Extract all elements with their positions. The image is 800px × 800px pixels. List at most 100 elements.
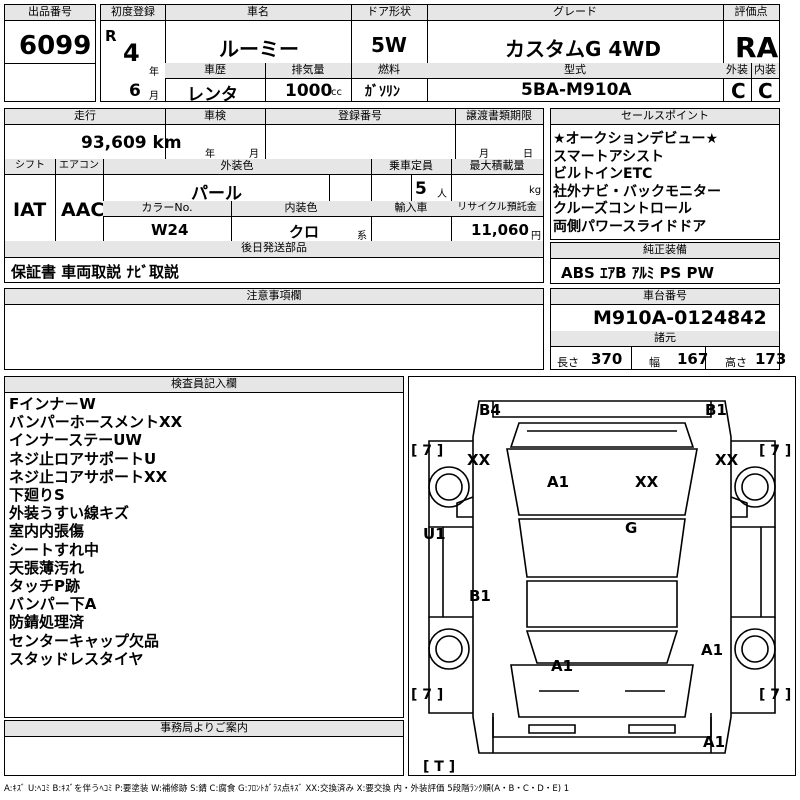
length-value: 370: [591, 350, 623, 368]
details-box: 走行 車検 登録番号 譲渡書類期限 93,609 km 年 月 月 日 シフト …: [4, 108, 544, 258]
list-item: ビルトインETC: [553, 166, 653, 183]
transfer-month-unit: 月: [479, 149, 489, 160]
inspection-label: 車検: [165, 109, 265, 125]
list-item: ネジ止ロアサポートU: [9, 449, 157, 468]
capacity-unit: 人: [437, 189, 447, 200]
mark-a1-rear-right: A1: [701, 641, 723, 659]
office-box: 事務局よりご案内: [4, 720, 404, 776]
ext-label: 外装: [723, 63, 751, 79]
door-label: ドア形状: [351, 5, 427, 21]
car-history: レンタ: [187, 85, 238, 105]
fuel-label: 燃料: [351, 63, 427, 79]
later-parts-box: 保証書 車両取説 ﾅﾋﾞ取説: [4, 257, 544, 283]
sales-point-list: ★オークションデビュー★ スマートアシスト ビルトインETC 社外ナビ・バックモ…: [553, 131, 721, 237]
mark-xx-hood: XX: [635, 473, 659, 491]
vehicle-header-box: 初度登録 車名 ドア形状 グレード 評価点 R 4 年 ルーミー 5W カスタム…: [100, 4, 780, 105]
sales-point-box: セールスポイント ★オークションデビュー★ スマートアシスト ビルトインETC …: [550, 108, 780, 240]
recycle-fee: 11,060: [471, 221, 529, 239]
mark-u1: U1: [423, 525, 446, 543]
equipment-text: ABS ｴｱB ｱﾙﾐ PS PW: [561, 264, 715, 282]
width-value: 167: [677, 350, 709, 368]
car-diagram: B4 B1 XX XX A1 XX U1 G B1 A1 A1 A1 [ 7 ]…: [411, 400, 791, 775]
office-label: 事務局よりご案内: [5, 721, 403, 737]
list-item: 室内内張傷: [9, 522, 85, 541]
score-label: 評価点: [723, 5, 779, 21]
mark-a1-tail: A1: [551, 657, 573, 675]
int-grade: C: [758, 79, 773, 103]
equipment-label: 純正装備: [551, 243, 779, 259]
fuel: ｶﾞｿﾘﾝ: [365, 84, 400, 100]
interior-color-label: 内装色: [231, 201, 371, 217]
list-item: インナーステーUW: [9, 431, 142, 450]
height-value: 173: [755, 350, 787, 368]
first-reg-label: 初度登録: [101, 5, 165, 21]
load-label: 最大積載量: [451, 159, 543, 175]
list-item: 防錆処理済: [9, 613, 85, 632]
recycle-label: リサイクル預託金: [451, 201, 543, 217]
chassis-label: 車台番号: [551, 289, 779, 305]
grade: カスタムG 4WD: [505, 37, 661, 61]
interior-color-unit: 系: [357, 231, 367, 242]
list-item: センターキャップ欠品: [9, 631, 160, 650]
list-item: 社外ナビ・バックモニター: [553, 183, 721, 200]
tire-spare: [ T ]: [423, 759, 455, 775]
mileage-label: 走行: [5, 109, 165, 125]
color-label: 外装色: [103, 159, 371, 175]
lot-box: 出品番号 6099: [4, 4, 96, 102]
mark-xx-left: XX: [467, 451, 491, 469]
air-conditioner: AAC: [61, 199, 105, 221]
door-type: 5W: [371, 33, 407, 57]
tire-front-right: [ 7 ]: [759, 443, 791, 459]
mark-xx-right: XX: [715, 451, 739, 469]
transfer-label: 譲渡書類期限: [455, 109, 543, 125]
color-number: W24: [151, 221, 189, 239]
load-unit: kg: [529, 185, 542, 196]
capacity: 5: [415, 179, 427, 199]
model-code: 5BA-M910A: [521, 80, 632, 100]
notes-label: 注意事項欄: [5, 289, 543, 305]
ac-label: エアコン: [55, 159, 103, 175]
reg-number-label: 登録番号: [265, 109, 455, 125]
list-item: タッチP跡: [9, 577, 80, 596]
int-label: 内装: [751, 63, 779, 79]
later-parts-text: 保証書 車両取説 ﾅﾋﾞ取説: [11, 263, 179, 281]
car-name: ルーミー: [219, 37, 299, 61]
lot-number: 6099: [19, 31, 92, 61]
score: RA: [735, 31, 779, 64]
import-label: 輸入車: [371, 201, 451, 217]
inspection-month-unit: 月: [249, 149, 259, 160]
list-item: シートすれ中: [9, 540, 100, 559]
mark-b4: B4: [479, 401, 501, 419]
dims-label: 諸元: [551, 331, 779, 347]
inspection-year-unit: 年: [205, 149, 215, 160]
year-unit: 年: [149, 67, 159, 78]
transfer-day-unit: 日: [523, 149, 533, 160]
mark-g: G: [625, 519, 637, 537]
sales-point-label: セールスポイント: [551, 109, 779, 125]
capacity-label: 乗車定員: [371, 159, 451, 175]
lot-label: 出品番号: [5, 5, 95, 21]
list-item: 天張薄汚れ: [9, 558, 85, 577]
list-item: 下廻りS: [9, 486, 65, 505]
grade-label: グレード: [427, 5, 723, 21]
model-label: 型式: [427, 63, 723, 79]
equipment-box: 純正装備 ABS ｴｱB ｱﾙﾐ PS PW: [550, 242, 780, 284]
inspector-list: Fインナ－W バンパーホースメントXX インナーステーUW ネジ止ロアサポートU…: [9, 395, 182, 668]
interior-color: クロ: [289, 223, 320, 241]
list-item: 外装うすい線キズ: [9, 504, 130, 523]
era-mark: R: [105, 27, 117, 45]
inspector-box: 検査員記入欄 Fインナ－W バンパーホースメントXX インナーステーUW ネジ止…: [4, 376, 404, 718]
displacement-label: 排気量: [265, 63, 351, 79]
chassis-box: 車台番号 M910A-0124842 諸元 長さ 370 幅 167 高さ 17…: [550, 288, 786, 370]
list-item: スマートアシスト: [553, 148, 665, 165]
mark-a1-hood: A1: [547, 473, 569, 491]
later-parts-label: 後日発送部品: [5, 241, 543, 257]
car-name-label: 車名: [165, 5, 351, 21]
tire-front-left: [ 7 ]: [411, 443, 443, 459]
displacement-unit: cc: [331, 87, 342, 98]
displacement: 1000: [285, 81, 333, 101]
inspector-label: 検査員記入欄: [5, 377, 403, 393]
legend: A:ｷｽﾞ U:ﾍｺﾐ B:ｷｽﾞを伴うﾍｺﾐ P:要塗装 W:補修跡 S:錆 …: [4, 784, 570, 794]
list-item: バンパー下A: [9, 595, 97, 614]
chassis-number: M910A-0124842: [593, 307, 767, 329]
